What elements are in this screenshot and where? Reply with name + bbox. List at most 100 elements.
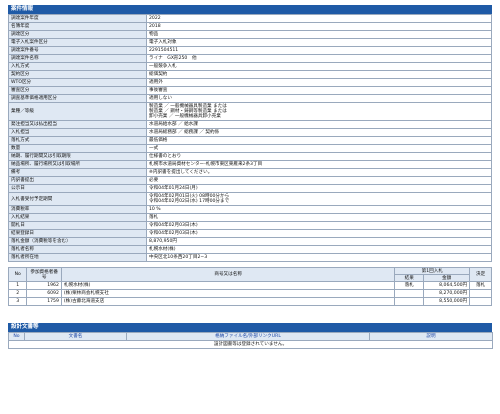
field-label: 落札者所在地: [8, 253, 147, 262]
field-value: 仕様書のとおり: [146, 152, 492, 161]
field-value: 札幌水材(株): [146, 245, 492, 254]
field-value-line: ※内訳書を提出してください。: [149, 170, 213, 175]
field-label: 公示日: [8, 184, 147, 193]
bidder-name: (株)栗林商会札幌支社: [60, 289, 396, 298]
section-header-case-info: 案件情報: [8, 5, 492, 14]
field-label: 入札書受付予定期間: [8, 192, 147, 206]
bidders-table: No 参加資格者番号 商号又は名称 第1回入札 決定 結果 金額 1 1962 札幌…: [7, 267, 492, 306]
field-value: 札幌市水道局資材センター-札幌市東区東雁来2条3丁目: [146, 160, 492, 169]
bidder-reg-no: 1962: [26, 281, 62, 290]
field-value-line: 総価契約: [149, 72, 168, 77]
field-value-line: 令和04年02月03日(木): [149, 223, 198, 228]
field-value: 一般競争入札: [146, 62, 492, 71]
documents-empty-message: 設計図書等は登録されていません。: [8, 340, 493, 349]
bidder-no: 3: [7, 297, 28, 306]
bidder-no: 2: [7, 289, 28, 298]
field-value: 中央区北10条西20丁目2−3: [146, 253, 492, 262]
field-value: 2291504511: [146, 46, 492, 55]
col-decision: 決定: [469, 267, 492, 282]
field-value-line: 2291504511: [149, 48, 179, 53]
field-label: 電子入札案件区分: [8, 38, 147, 47]
field-row: 落札者所在地 中央区北10条西20丁目2−3: [8, 253, 492, 262]
bidder-name: (株)古藤北海道支店: [60, 297, 396, 306]
field-row: 消費税率 10 %: [8, 205, 492, 214]
field-value-line: 事後審査: [149, 88, 168, 93]
field-value-line: 最低価格: [149, 138, 168, 143]
field-row: 落札者名称 札幌水材(株): [8, 245, 492, 254]
field-value-line: 水道局給水部 ／ 給水課: [149, 122, 198, 127]
bidder-amount: 8,550,000円: [423, 297, 471, 306]
field-row: 名簿年度 2018: [8, 22, 492, 31]
field-value-line: 中央区北10条西20丁目2−3: [149, 255, 208, 260]
field-value: ライナ GX形250 他: [146, 54, 492, 63]
bidder-row: 3 1759 (株)古藤北海道支店 8,550,000円: [7, 297, 492, 306]
field-row: 調達案件年度 2022: [8, 14, 492, 23]
field-row: 調達案件名称 ライナ GX形250 他: [8, 54, 492, 63]
field-row: 公示日 令和04年01月24日(月): [8, 184, 492, 193]
col-round1: 第1回入札: [394, 267, 471, 275]
field-value-line: 落札: [149, 215, 159, 220]
field-value: 電子入札対象: [146, 38, 492, 47]
doc-col-note: 説明: [369, 332, 493, 341]
col-reg-no: 参加資格者番号: [26, 267, 62, 282]
field-value-line: 仕様書のとおり: [149, 154, 182, 159]
field-row: 審査区分 事後審査: [8, 86, 492, 95]
bidder-reg-no: 1759: [26, 297, 62, 306]
bidder-result: 落札: [394, 281, 425, 290]
field-row: 調査基準価格適用区分 適用しない: [8, 94, 492, 103]
field-label: 契約区分: [8, 70, 147, 79]
field-label: 入札方式: [8, 62, 147, 71]
field-label: 納期、履行期間又は引取期限: [8, 152, 147, 161]
field-row: 数量 一式: [8, 144, 492, 153]
field-row: 内訳書提出 必要: [8, 176, 492, 185]
field-value-line: 札幌水材(株): [149, 247, 176, 252]
field-row: 入札方式 一般競争入札: [8, 62, 492, 71]
field-row: 業種／等級 製造業 ／ 一般機械器具製造業 または 製造業 ／ 鋼材・鋳鋼等製造業 …: [8, 102, 492, 121]
field-value: 総価契約: [146, 70, 492, 79]
field-label: 入札結果: [8, 213, 147, 222]
field-value: 一式: [146, 144, 492, 153]
field-value: 10 %: [146, 205, 492, 214]
field-row: 調達案件番号 2291504511: [8, 46, 492, 55]
field-value: 落札: [146, 213, 492, 222]
field-label: 審査区分: [8, 86, 147, 95]
field-value: 水道局総務部 ／ 総務課 ／ 契約係: [146, 128, 492, 137]
field-value: 適用外: [146, 78, 492, 87]
field-label: 消費税率: [8, 205, 147, 214]
field-value-line: 2018: [149, 24, 161, 29]
field-row: 結果登録日 令和04年02月03日(木): [8, 229, 492, 238]
field-value: 事後審査: [146, 86, 492, 95]
field-value: ※内訳書を提出してください。: [146, 168, 492, 177]
field-label: WTO区分: [8, 78, 147, 87]
field-label: 開札日: [8, 221, 147, 230]
field-label: 調達区分: [8, 30, 147, 39]
bidder-decision: 落札: [469, 281, 492, 290]
field-row: 入札書受付予定期間 令和04年02月01日(火) 08時00分から 令和04年02月…: [8, 192, 492, 206]
field-value-line: 一般競争入札: [149, 64, 177, 69]
field-value-line: 令和04年01月24日(月): [149, 186, 198, 191]
field-value: 最低価格: [146, 136, 492, 145]
field-value: 令和04年02月03日(木): [146, 221, 492, 230]
field-label: 調達案件番号: [8, 46, 147, 55]
doc-col-file: 格納ファイル名/外部リンクURL: [126, 332, 370, 341]
doc-col-no: No: [8, 332, 25, 341]
field-value: 令和04年01月24日(月): [146, 184, 492, 193]
field-value-line: ライナ GX形250 他: [149, 56, 197, 61]
col-result: 結果: [394, 274, 425, 282]
field-label: 備考: [8, 168, 147, 177]
field-row: 調達区分 物品: [8, 30, 492, 39]
case-info-table: 調達案件年度 2022 名簿年度 2018 調達区分 物品 電子入札案件区分 電子入札対象 調達…: [8, 14, 492, 262]
doc-col-name: 文書名: [24, 332, 127, 341]
field-row: 備考 ※内訳書を提出してください。: [8, 168, 492, 177]
field-value: 令和04年02月01日(火) 08時00分から 令和04年02月02日(水) 17…: [146, 192, 492, 206]
field-label: 発注担当又は払出担当: [8, 120, 147, 129]
field-label: 内訳書提出: [8, 176, 147, 185]
field-label: 名簿年度: [8, 22, 147, 31]
field-value-line: 必要: [149, 178, 159, 183]
field-row: 入札結果 落札: [8, 213, 492, 222]
col-no: No: [7, 267, 28, 282]
field-label: 入札担当: [8, 128, 147, 137]
field-value-line: 札幌市水道局資材センター-札幌市東区東雁来2条3丁目: [149, 162, 263, 167]
field-row: 入札担当 水道局総務部 ／ 総務課 ／ 契約係: [8, 128, 492, 137]
field-value-line: 水道局総務部 ／ 総務課 ／ 契約係: [149, 130, 220, 135]
